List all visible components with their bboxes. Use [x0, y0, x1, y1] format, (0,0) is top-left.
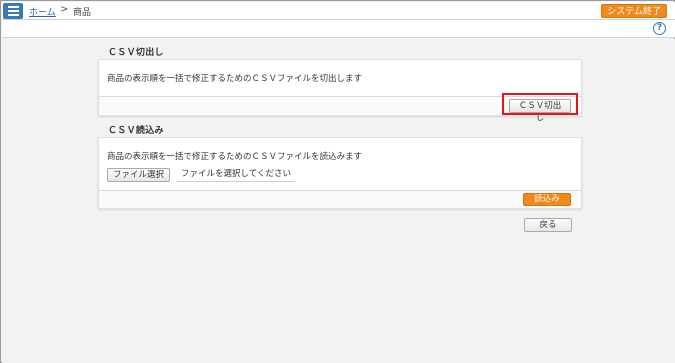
main-content: ＣＳＶ切出し 商品の表示順を一括で修正するためのＣＳＶファイルを切出します ＣＳ… — [2, 39, 675, 363]
help-icon[interactable]: ? — [653, 22, 666, 35]
app-window: ホーム > 商品 システム終了 ? ＣＳＶ切出し 商品の表示順を一括で修正するた… — [0, 0, 675, 363]
hamburger-icon[interactable] — [3, 3, 23, 19]
csv-import-title: ＣＳＶ読込み — [108, 126, 164, 136]
csv-export-title: ＣＳＶ切出し — [108, 48, 164, 58]
back-button[interactable]: 戻る — [524, 218, 572, 232]
csv-import-description: 商品の表示順を一括で修正するためのＣＳＶファイルを読込みます — [107, 152, 363, 162]
file-select-button[interactable]: ファイル選択 — [107, 168, 171, 182]
file-status-text: ファイルを選択してください — [177, 168, 295, 182]
breadcrumb-separator: > — [60, 4, 69, 15]
sub-toolbar: ? — [2, 20, 675, 38]
breadcrumb-home-link[interactable]: ホーム — [29, 5, 56, 18]
csv-import-button[interactable]: 読込み — [523, 193, 571, 206]
breadcrumb-current: 商品 — [73, 8, 92, 18]
system-exit-button[interactable]: システム終了 — [601, 4, 667, 18]
csv-import-card: 商品の表示順を一括で修正するためのＣＳＶファイルを読込みます ファイル選択 ファ… — [98, 137, 582, 209]
csv-export-description: 商品の表示順を一括で修正するためのＣＳＶファイルを切出します — [107, 74, 363, 84]
highlight-box — [502, 93, 578, 115]
csv-import-footer: 読込み — [99, 190, 581, 208]
top-bar: ホーム > 商品 システム終了 — [2, 2, 675, 20]
